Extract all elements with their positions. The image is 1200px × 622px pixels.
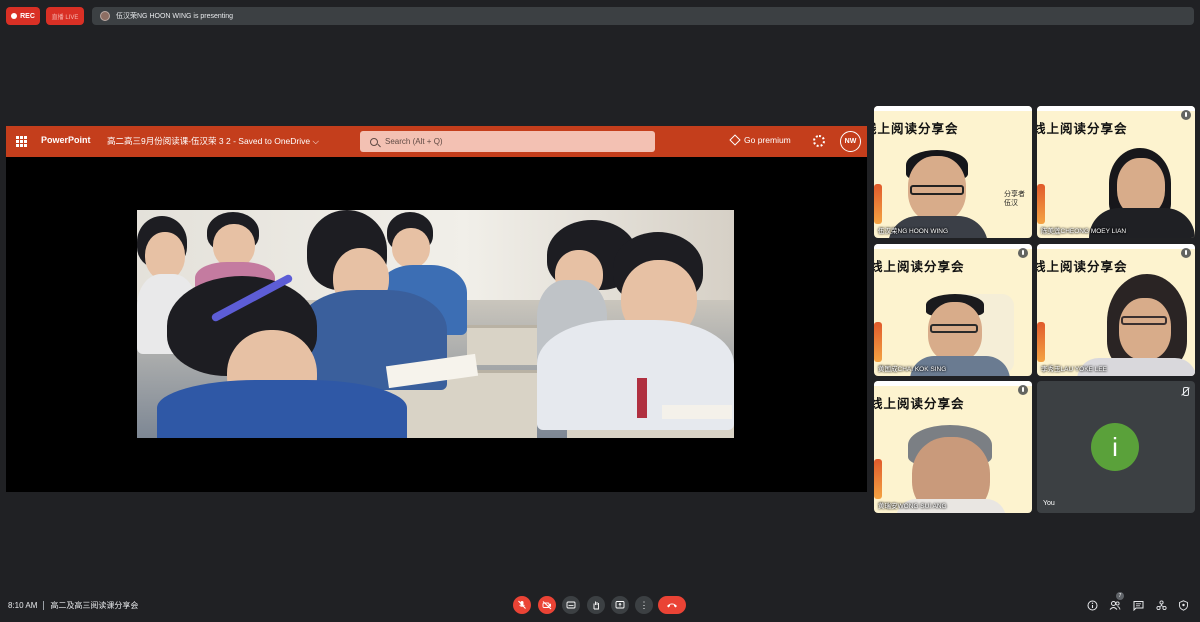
captions-icon bbox=[566, 601, 576, 609]
presenting-banner: 伍汉荣NG HOON WING is presenting bbox=[92, 7, 1194, 25]
raise-hand-button[interactable] bbox=[587, 596, 605, 614]
mic-off-icon bbox=[1181, 110, 1191, 120]
meeting-details: 8:10 AM 高二及高三阅读课分享会 bbox=[8, 600, 138, 611]
top-bar: REC 直播 LIVE 伍汉荣NG HOON WING is presentin… bbox=[0, 0, 1200, 32]
diamond-icon bbox=[729, 134, 741, 146]
bottom-control-bar: 8:10 AM 高二及高三阅读课分享会 ⋮ bbox=[0, 590, 1200, 622]
present-icon bbox=[615, 601, 625, 609]
search-placeholder: Search (Alt + Q) bbox=[385, 137, 443, 146]
mic-toggle-button[interactable] bbox=[513, 596, 531, 614]
participant-tile[interactable]: 线上阅读分享会 李秀玉LAU YOKE LEE bbox=[1037, 244, 1195, 376]
participant-name: You bbox=[1043, 500, 1055, 507]
live-label: 直播 LIVE bbox=[51, 14, 79, 21]
host-controls-icon bbox=[1178, 599, 1188, 611]
people-button[interactable] bbox=[1109, 599, 1121, 611]
go-premium-label: Go premium bbox=[744, 135, 791, 145]
captions-button[interactable] bbox=[562, 596, 580, 614]
app-launcher-icon[interactable] bbox=[16, 136, 27, 147]
participant-name: 陈美莲CHEONG MOEY LIAN bbox=[1041, 228, 1127, 235]
present-button[interactable] bbox=[611, 596, 629, 614]
presenter-avatar bbox=[100, 11, 110, 21]
people-count-badge: 7 bbox=[1116, 592, 1124, 600]
more-options-icon: ⋮ bbox=[639, 599, 649, 610]
powerpoint-app-name[interactable]: PowerPoint bbox=[41, 135, 91, 145]
go-premium-button[interactable]: Go premium bbox=[729, 134, 791, 146]
mic-off-icon bbox=[1018, 248, 1028, 258]
activities-icon bbox=[1155, 599, 1167, 610]
mic-off-icon bbox=[1181, 248, 1191, 258]
tile-banner: 线上阅读分享会 bbox=[874, 396, 965, 411]
participant-tile[interactable]: 线上阅读分享会 分享者 伍汉 伍汉荣NG HOON WING bbox=[874, 106, 1032, 238]
rec-dot-icon bbox=[11, 13, 18, 19]
self-tile[interactable]: i You bbox=[1037, 381, 1195, 513]
more-options-button[interactable]: ⋮ bbox=[635, 596, 653, 614]
presentation-view: PowerPoint 高二高三9月份阅读课-伍汉荣 3 2 - Saved to… bbox=[6, 126, 867, 492]
slide-video-image bbox=[137, 210, 734, 438]
participant-tile[interactable]: 线上阅读分享会 黄瑞安WONG SUI ANG bbox=[874, 381, 1032, 513]
info-icon bbox=[1087, 600, 1097, 610]
search-icon bbox=[370, 137, 378, 146]
participant-tile[interactable]: 线上阅读分享会 陈美莲CHEONG MOEY LIAN bbox=[1037, 106, 1195, 238]
current-time: 8:10 AM bbox=[8, 601, 38, 610]
host-controls-button[interactable] bbox=[1177, 599, 1189, 611]
document-title[interactable]: 高二高三9月份阅读课-伍汉荣 3 2 - Saved to OneDrive ⌵ bbox=[107, 135, 319, 147]
activities-button[interactable] bbox=[1155, 599, 1167, 611]
camera-toggle-button[interactable] bbox=[538, 596, 556, 614]
live-indicator[interactable]: 直播 LIVE bbox=[46, 7, 84, 25]
mic-off-icon bbox=[1181, 387, 1189, 397]
recording-indicator[interactable]: REC bbox=[6, 7, 40, 25]
mic-off-icon bbox=[518, 600, 526, 609]
chat-icon bbox=[1133, 600, 1143, 611]
people-icon bbox=[1109, 600, 1121, 610]
avatar: i bbox=[1091, 423, 1139, 471]
search-input[interactable]: Search (Alt + Q) bbox=[360, 131, 655, 152]
powerpoint-header: PowerPoint 高二高三9月份阅读课-伍汉荣 3 2 - Saved to… bbox=[6, 126, 867, 157]
tile-banner: 线上阅读分享会 bbox=[1037, 259, 1128, 274]
tile-banner: 线上阅读分享会 bbox=[1037, 121, 1128, 136]
meeting-details-button[interactable] bbox=[1086, 599, 1098, 611]
tile-banner: 线上阅读分享会 bbox=[874, 259, 965, 274]
participant-name: 李秀玉LAU YOKE LEE bbox=[1041, 366, 1107, 373]
participant-name: 伍汉荣NG HOON WING bbox=[878, 228, 949, 235]
presenting-text: 伍汉荣NG HOON WING is presenting bbox=[116, 13, 234, 20]
leave-call-button[interactable] bbox=[658, 596, 686, 614]
mic-off-icon bbox=[1018, 385, 1028, 395]
participant-name: 黄国成CHAI KOK SING bbox=[878, 366, 947, 373]
raise-hand-icon bbox=[593, 601, 599, 610]
end-call-icon bbox=[667, 603, 677, 608]
rec-label: REC bbox=[20, 12, 35, 20]
participant-name: 黄瑞安WONG SUI ANG bbox=[878, 503, 947, 510]
camera-off-icon bbox=[542, 601, 552, 610]
participant-tile[interactable]: 线上阅读分享会 黄国成CHAI KOK SING bbox=[874, 244, 1032, 376]
meeting-title: 高二及高三阅读课分享会 bbox=[50, 601, 139, 610]
tile-banner: 线上阅读分享会 bbox=[874, 121, 959, 136]
user-avatar[interactable]: NW bbox=[840, 131, 861, 152]
gear-icon[interactable] bbox=[813, 135, 825, 147]
presenter-label: 分享者 伍汉 bbox=[1004, 191, 1025, 207]
chat-button[interactable] bbox=[1132, 599, 1144, 611]
